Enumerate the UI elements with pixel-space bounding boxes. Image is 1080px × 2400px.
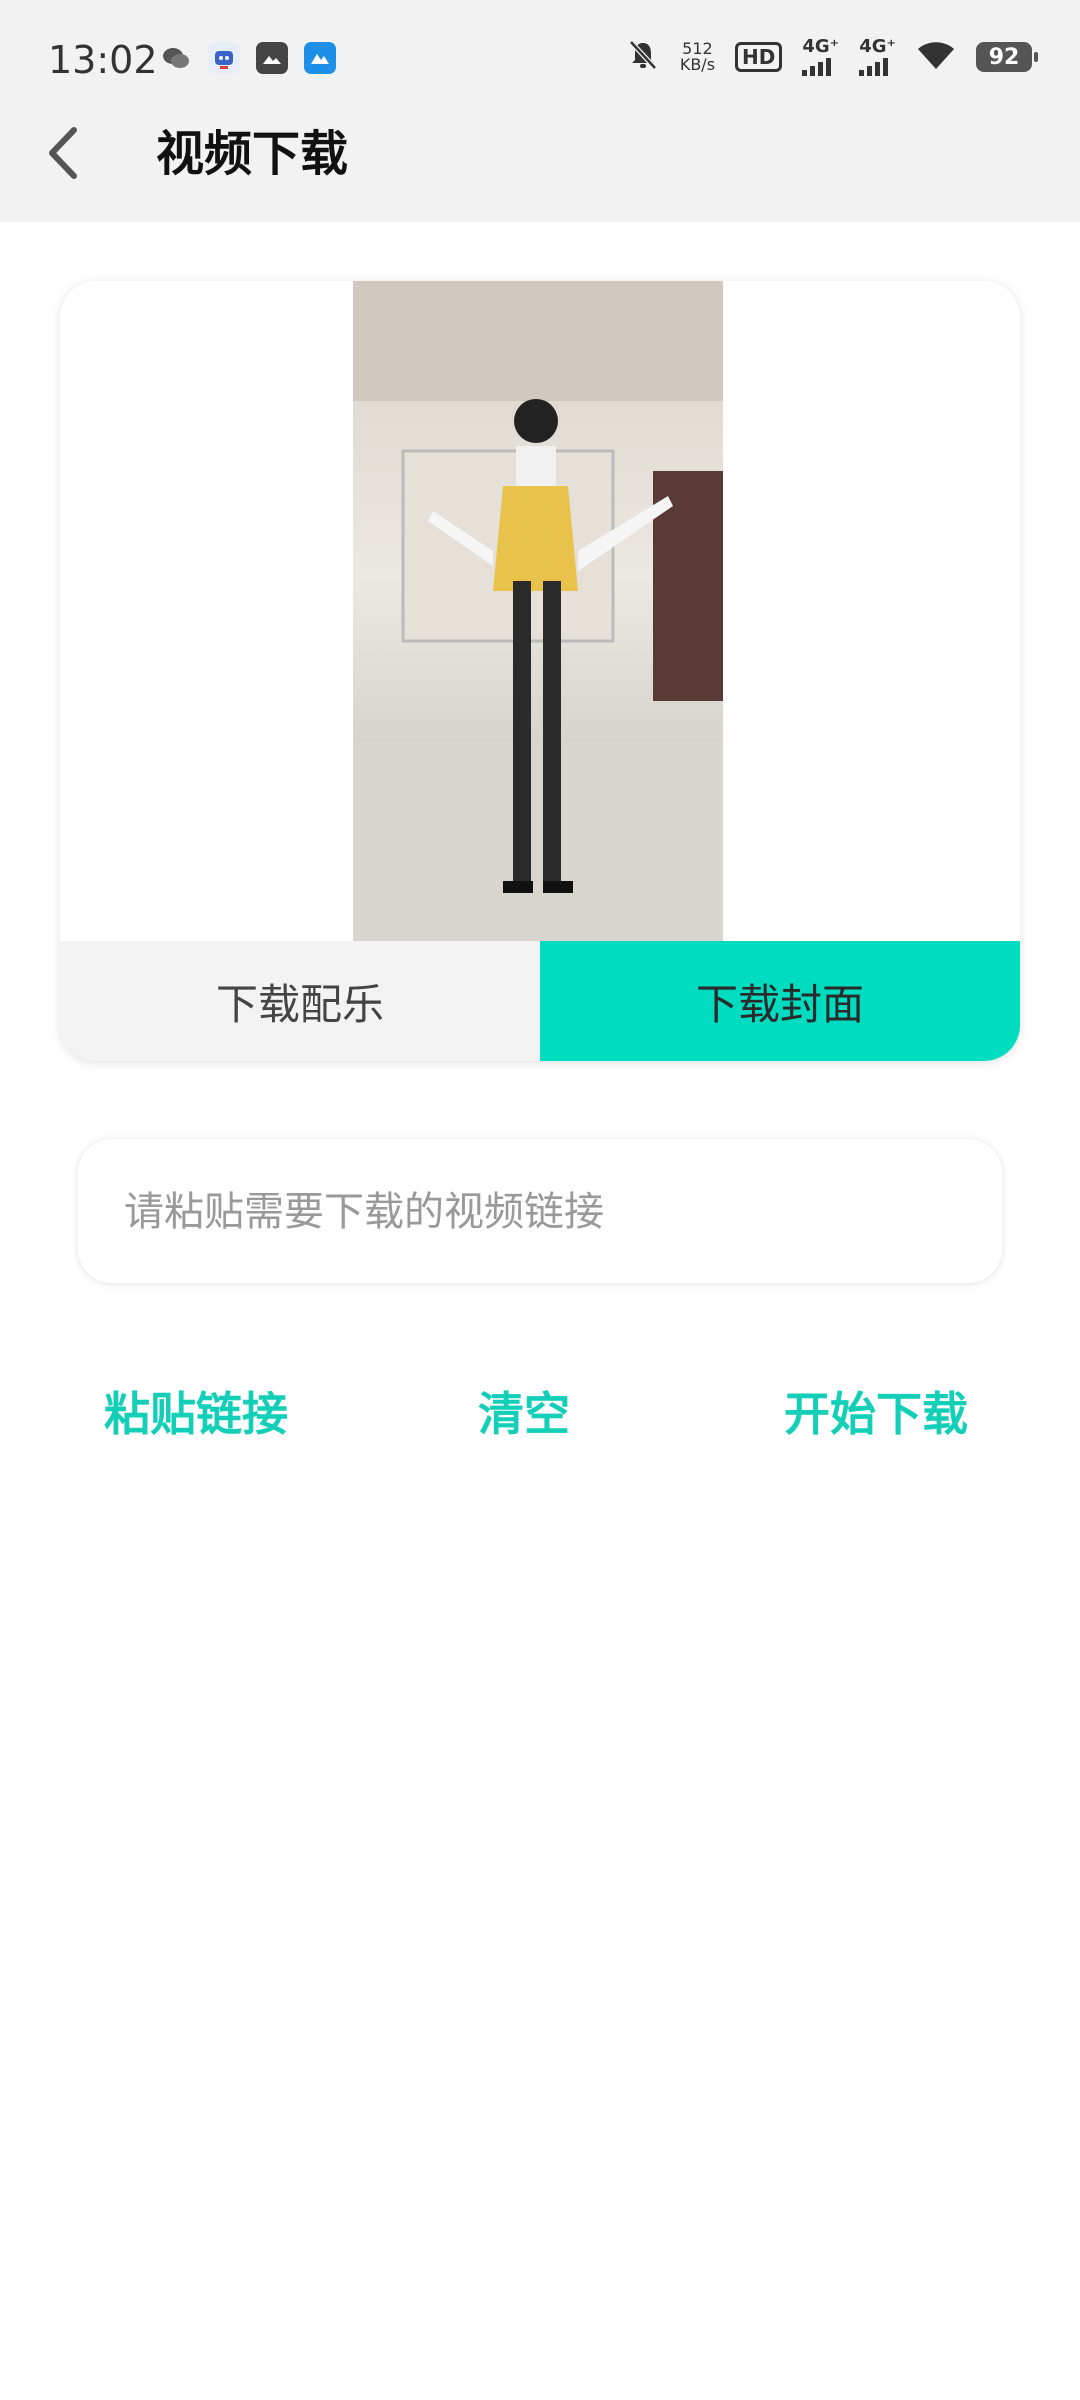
page-title: 视频下载 xyxy=(156,126,349,182)
clear-button[interactable]: 清空 xyxy=(478,1384,570,1444)
mute-bell-icon xyxy=(626,38,660,76)
status-bar: 13:02 512 KB/s HD 4G⁺ 4G⁺ 92 xyxy=(0,0,1080,122)
sim1-signal: 4G⁺ xyxy=(802,38,839,76)
mountain-app-icon xyxy=(304,42,336,74)
robot-app-icon xyxy=(208,42,240,74)
sim2-signal: 4G⁺ xyxy=(859,38,896,76)
download-tab-row: 下载配乐 下载封面 xyxy=(60,941,1020,1061)
action-row: 粘贴链接 清空 开始下载 xyxy=(0,1384,1080,1464)
download-cover-button[interactable]: 下载封面 xyxy=(540,941,1020,1061)
video-url-input[interactable] xyxy=(122,1139,966,1285)
video-thumbnail[interactable] xyxy=(353,281,723,941)
video-preview-card: 下载配乐 下载封面 xyxy=(60,281,1020,1061)
signal-bars-icon xyxy=(802,58,832,76)
notification-icons xyxy=(160,42,336,74)
net-speed: 512 KB/s xyxy=(680,41,715,73)
hd-badge: HD xyxy=(735,42,783,72)
signal-bars-icon xyxy=(859,58,889,76)
net-speed-unit: KB/s xyxy=(679,55,716,74)
battery-indicator: 92 xyxy=(976,42,1038,72)
start-download-button[interactable]: 开始下载 xyxy=(784,1384,968,1444)
sim1-label: 4G⁺ xyxy=(802,36,840,57)
status-right: 512 KB/s HD 4G⁺ 4G⁺ 92 xyxy=(626,38,1038,76)
url-input-container xyxy=(78,1139,1002,1285)
download-music-button[interactable]: 下载配乐 xyxy=(60,941,540,1061)
status-time: 13:02 xyxy=(48,38,158,82)
back-button[interactable] xyxy=(44,126,84,180)
paste-link-button[interactable]: 粘贴链接 xyxy=(104,1384,288,1444)
wifi-icon xyxy=(916,39,956,75)
chevron-left-icon xyxy=(49,127,77,179)
wechat-icon xyxy=(160,42,192,74)
gallery-app-icon xyxy=(256,42,288,74)
thumbnail-image xyxy=(353,281,723,941)
sim2-label: 4G⁺ xyxy=(859,36,896,57)
